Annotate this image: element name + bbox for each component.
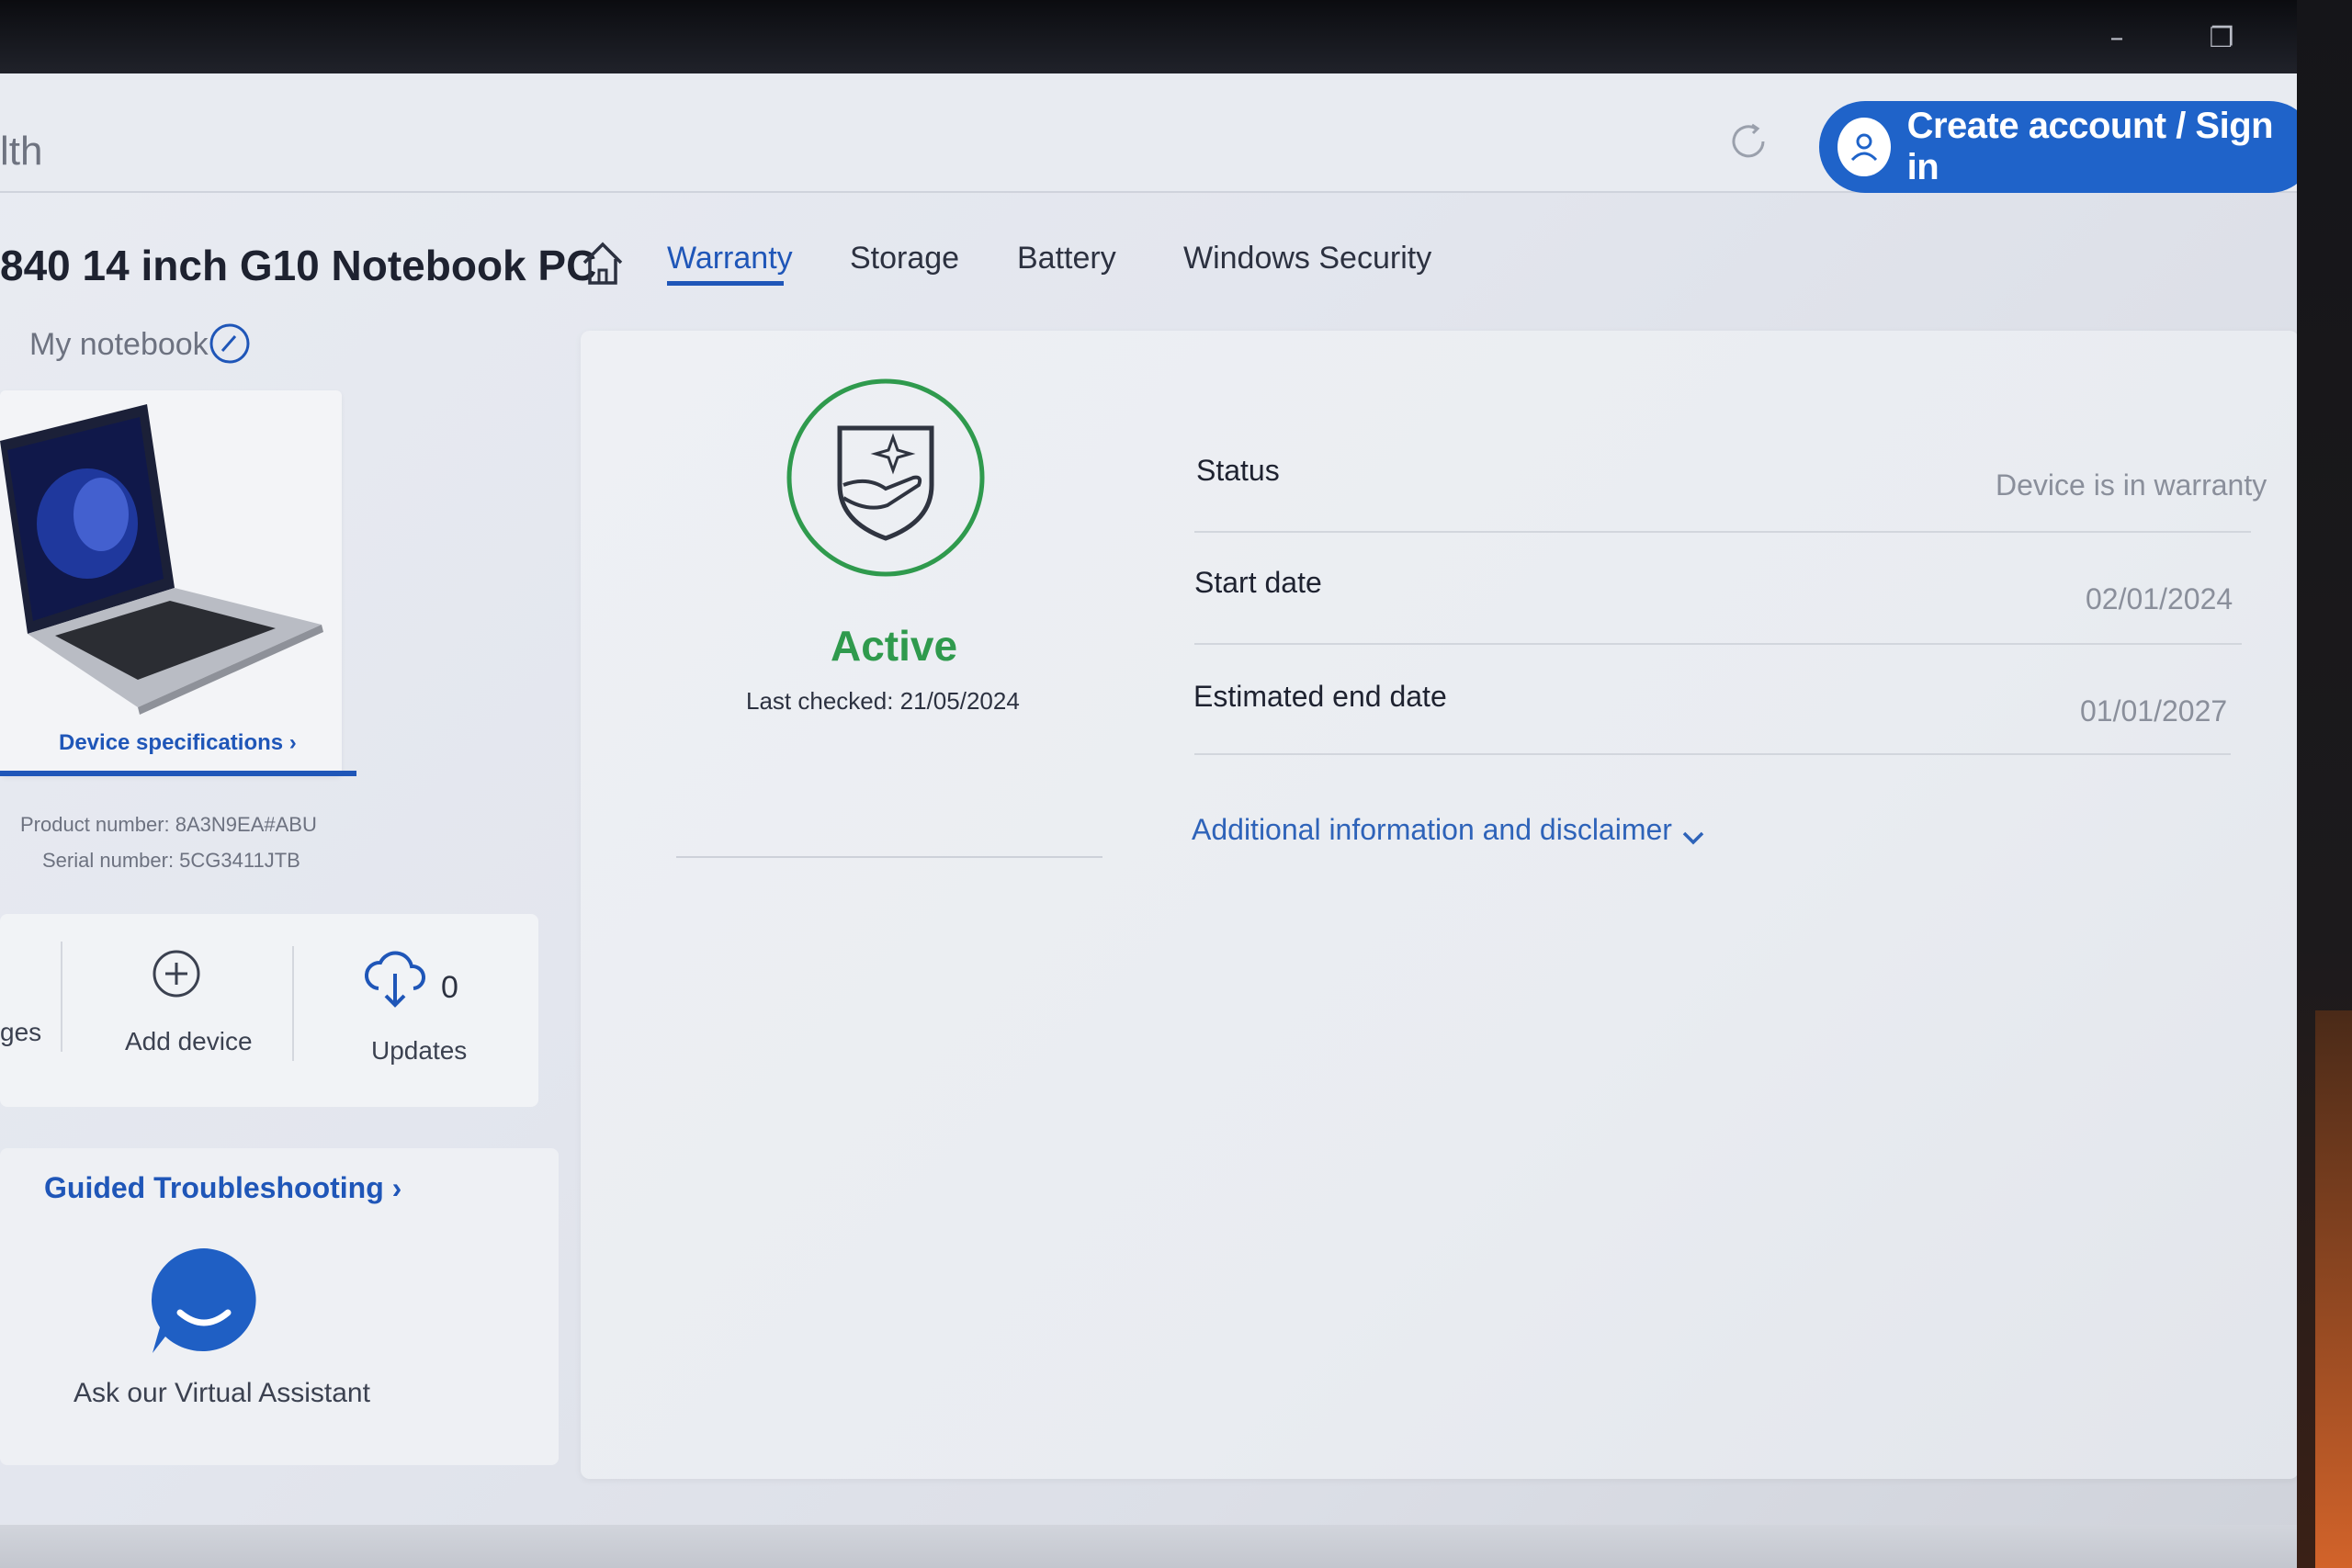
- divider: [292, 946, 294, 1061]
- status-label: Status: [1196, 454, 1280, 487]
- app-title: lth: [0, 129, 43, 174]
- account-button-label: Create account / Sign in: [1906, 106, 2274, 187]
- divider: [61, 942, 62, 1052]
- divider: [676, 856, 1102, 858]
- restore-icon[interactable]: ❐: [2203, 20, 2240, 57]
- home-icon[interactable]: [577, 237, 628, 288]
- tab-warranty[interactable]: Warranty: [667, 241, 793, 276]
- taskbar-edge: [0, 1525, 2297, 1568]
- laptop-image: [0, 404, 323, 715]
- additional-information-link[interactable]: Additional information and disclaimer: [1192, 813, 1672, 847]
- title-bar: – ❐ ✕: [0, 0, 2297, 73]
- user-avatar-icon: [1838, 118, 1891, 176]
- status-value: Device is in warranty: [1996, 468, 2267, 502]
- device-name: 840 14 inch G10 Notebook PC: [0, 242, 597, 289]
- start-date-label: Start date: [1194, 566, 1322, 599]
- active-tab-indicator: [667, 281, 784, 286]
- tab-battery[interactable]: Battery: [1017, 241, 1116, 276]
- edit-icon[interactable]: [208, 321, 252, 366]
- minimize-icon[interactable]: –: [2098, 20, 2135, 57]
- add-device-button[interactable]: Add device: [125, 1027, 253, 1056]
- product-number: Product number: 8A3N9EA#ABU: [20, 813, 317, 836]
- start-date-value: 02/01/2024: [2086, 582, 2233, 615]
- serial-number: Serial number: 5CG3411JTB: [42, 849, 300, 872]
- estimated-end-date-value: 01/01/2027: [2080, 694, 2228, 728]
- quick-actions-card: [0, 914, 538, 1107]
- estimated-end-date-label: Estimated end date: [1193, 680, 1447, 713]
- last-checked: Last checked: 21/05/2024: [746, 687, 1020, 715]
- tab-storage[interactable]: Storage: [850, 241, 959, 276]
- guided-troubleshooting-link[interactable]: Guided Troubleshooting ›: [44, 1171, 401, 1205]
- virtual-assistant-icon[interactable]: [147, 1245, 261, 1359]
- warranty-status-badge: Active: [831, 622, 958, 670]
- divider: [1194, 531, 2251, 533]
- divider: [1194, 643, 2242, 645]
- app-window: – ❐ ✕ lth Create account / Sign in ⌄ 840…: [0, 0, 2297, 1568]
- warranty-shield-icon: [786, 378, 985, 577]
- chevron-down-icon: ⌄: [2292, 131, 2297, 164]
- divider: [1194, 753, 2231, 755]
- device-nickname: My notebook: [29, 327, 209, 362]
- ask-virtual-assistant-button[interactable]: Ask our Virtual Assistant: [74, 1378, 370, 1409]
- tab-windows-security[interactable]: Windows Security: [1183, 241, 1431, 276]
- partial-action-label[interactable]: ges: [0, 1018, 41, 1047]
- updates-count: 0: [441, 970, 458, 1005]
- add-icon[interactable]: [151, 948, 202, 999]
- background-object: [2315, 1010, 2352, 1568]
- cloud-download-icon[interactable]: [362, 946, 428, 1010]
- refresh-icon[interactable]: [1723, 116, 1774, 167]
- chevron-down-icon[interactable]: [1679, 824, 1707, 852]
- updates-button[interactable]: Updates: [371, 1036, 467, 1066]
- device-card-accent: [0, 771, 356, 776]
- create-account-sign-in-button[interactable]: Create account / Sign in ⌄: [1819, 101, 2297, 193]
- device-specifications-link[interactable]: Device specifications ›: [59, 730, 297, 756]
